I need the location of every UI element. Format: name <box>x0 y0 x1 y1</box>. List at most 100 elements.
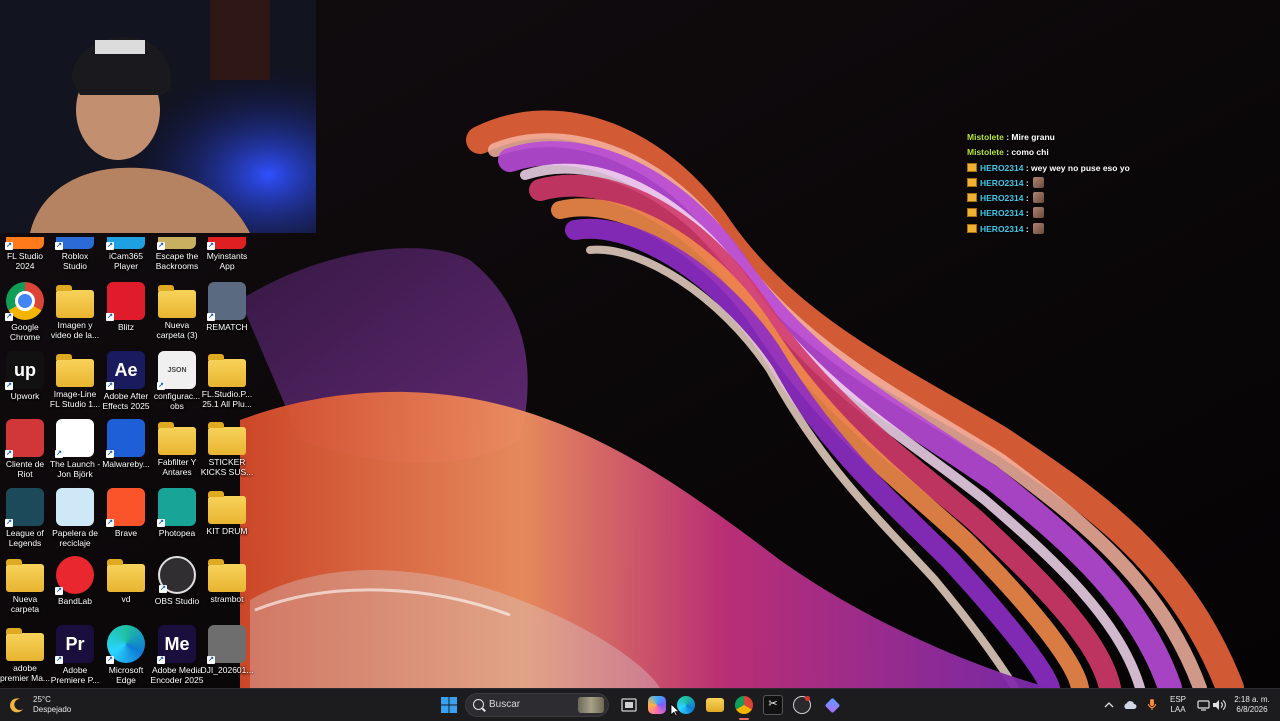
desktop-icon-label: Blitz <box>97 322 155 332</box>
show-hidden-icons-button[interactable] <box>1101 689 1117 721</box>
microphone-tray[interactable] <box>1144 689 1160 721</box>
weather-widget[interactable]: 25°C Despejado <box>8 689 78 721</box>
desktop-icon-label: Papelera de reciclaje <box>46 528 104 548</box>
chat-message: HERO2314 : <box>967 176 1207 191</box>
desktop-icon[interactable]: FL.Studio.P... 25.1 All Plu... <box>202 351 252 409</box>
shortcut-arrow-icon: ↗ <box>55 587 63 595</box>
desktop-icon-label-line: vd <box>121 594 131 604</box>
chat-separator: : <box>1023 177 1032 188</box>
desktop-icon-label-line: The Launch - <box>49 459 101 469</box>
chat-message: HERO2314 : wey wey no puse eso yo <box>967 161 1207 176</box>
shortcut-arrow-icon: ↗ <box>207 656 215 664</box>
desktop-icon[interactable]: Fabfilter Y Antares <box>152 419 202 477</box>
folder-icon <box>56 285 94 318</box>
edge-icon: ↗ <box>106 625 145 664</box>
desktop-icon[interactable]: ↗ League of Legends <box>0 488 50 548</box>
desktop-icon-label-line: FL Studio 1... <box>49 399 101 409</box>
clock[interactable]: 2:18 a. m. 6/8/2026 <box>1231 689 1273 721</box>
shortcut-arrow-icon: ↗ <box>207 242 215 250</box>
taskbar-copilot[interactable] <box>647 689 667 721</box>
desktop-icon[interactable]: ↗ Microsoft Edge <box>101 625 151 685</box>
desktop-icon[interactable]: Nueva carpeta (3) <box>152 282 202 340</box>
chat-username: Mistolete <box>967 147 1004 158</box>
task-view-button[interactable] <box>619 689 639 721</box>
desktop-icon-label-line: Studio <box>62 261 88 271</box>
desktop-icon[interactable]: ↗ BandLab <box>50 556 100 606</box>
desktop-icon[interactable]: up ↗ Upwork <box>0 351 50 401</box>
icon-glyph-text: Me <box>164 633 190 654</box>
league-of-legends-icon: ↗ <box>5 488 44 527</box>
desktop-icon[interactable]: ↗ REMATCH <box>202 282 252 332</box>
language-indicator[interactable]: ESP LAA <box>1166 689 1190 721</box>
desktop-icon[interactable]: ↗ The Launch - Jon Björk <box>50 419 100 479</box>
language-code: ESP <box>1169 695 1186 704</box>
chat-username: HERO2314 <box>980 208 1024 219</box>
taskbar-capcut[interactable]: ✂ <box>763 689 783 721</box>
chat-badge-icon <box>967 193 977 203</box>
weather-description: Despejado <box>33 705 72 714</box>
desktop-icon-label-line: Adobe After <box>103 391 149 401</box>
clock-date: 6/8/2026 <box>1236 705 1268 714</box>
chat-emote-icon <box>1033 192 1045 204</box>
desktop-icon-label-line: Jon Björk <box>57 469 93 479</box>
desktop-icon[interactable]: ↗ Roblox Studio <box>50 237 100 271</box>
desktop-icon[interactable]: ↗ Brave <box>101 488 151 538</box>
desktop-icon[interactable]: ↗ Blitz <box>101 282 151 332</box>
desktop-icon[interactable]: ↗ Malwareby... <box>101 419 151 469</box>
desktop-icon[interactable]: KIT DRUM <box>202 488 252 536</box>
recording-badge <box>805 696 810 701</box>
brave-icon: ↗ <box>106 488 145 527</box>
volume-tray[interactable] <box>1211 689 1227 721</box>
chat-separator: : <box>1023 162 1032 173</box>
desktop-icon[interactable]: Nueva carpeta <box>0 556 50 614</box>
desktop-icon[interactable]: STICKER KICKS SUS... <box>201 419 253 477</box>
desktop-icon-label-line: Effects 2025 <box>102 401 150 411</box>
desktop-icon[interactable]: ↗ DJI_202601... <box>201 625 253 675</box>
desktop-icon[interactable]: ↗ Cliente de Riot <box>0 419 50 479</box>
icam365-icon: ↗ <box>106 237 145 250</box>
desktop-icon[interactable]: Image-Line FL Studio 1... <box>50 351 100 409</box>
onedrive-tray[interactable] <box>1122 689 1138 721</box>
desktop-icon[interactable]: Ae ↗ Adobe After Effects 2025 <box>101 351 151 411</box>
windows-icon <box>441 697 457 713</box>
chat-message: Mistolete : como chi <box>967 145 1207 160</box>
desktop-icon[interactable]: vd <box>101 556 151 604</box>
chat-username: HERO2314 <box>980 177 1024 188</box>
desktop-icon[interactable]: ↗ Photopea <box>152 488 202 538</box>
desktop-icon[interactable]: ↗ Myinstants App <box>202 237 252 271</box>
desktop-icon[interactable]: ↗ Google Chrome <box>0 282 50 342</box>
chat-username: HERO2314 <box>980 193 1024 204</box>
desktop-icon-label-line: strambot <box>210 594 244 604</box>
desktop-icon[interactable]: ↗ iCam365 Player <box>101 237 151 271</box>
taskbar-chrome[interactable] <box>734 689 754 721</box>
taskbar-app[interactable] <box>822 689 842 721</box>
desktop-icon-label-line: Adobe <box>62 665 88 675</box>
desktop-icon[interactable]: ↗ FL Studio 2024 <box>0 237 50 271</box>
desktop-icon[interactable]: ↗ Escape the Backrooms <box>152 237 202 271</box>
shortcut-arrow-icon: ↗ <box>55 656 63 664</box>
network-tray[interactable] <box>1195 689 1211 721</box>
desktop-icon[interactable]: Imagen y video de la... <box>50 282 100 340</box>
desktop-icon-label-line: Premiere P... <box>50 675 100 685</box>
task-view-icon <box>621 698 637 712</box>
chat-username: HERO2314 <box>980 223 1024 234</box>
desktop-icon-label: Myinstants App <box>198 251 256 271</box>
taskbar-file-explorer[interactable] <box>705 689 725 721</box>
taskbar-obs[interactable] <box>792 689 812 721</box>
desktop-icon[interactable]: Pr ↗ Adobe Premiere P... <box>50 625 100 685</box>
desktop-icon[interactable]: JSON ↗ configurac... obs <box>152 351 202 411</box>
desktop-icon[interactable]: ↗ OBS Studio <box>152 556 202 606</box>
desktop-icon-label: Roblox Studio <box>46 251 104 271</box>
desktop-icon-label-line: Imagen y <box>57 320 93 330</box>
taskbar-search[interactable]: Buscar <box>465 693 609 717</box>
desktop-icon[interactable]: Me ↗ Adobe Media Encoder 2025 <box>151 625 203 685</box>
desktop-icon[interactable]: Papelera de reciclaje <box>50 488 100 548</box>
start-button[interactable] <box>438 689 460 721</box>
desktop-icon-label: STICKER KICKS SUS... <box>198 457 256 477</box>
desktop-icon-label-line: Blitz <box>117 322 135 332</box>
chat-emote-icon <box>1033 222 1045 234</box>
folder-icon <box>706 698 724 712</box>
desktop-icon-label-line: Player <box>113 261 139 271</box>
desktop-icon[interactable]: strambot <box>202 556 252 604</box>
desktop-icon[interactable]: adobe premier Ma... <box>0 625 50 683</box>
